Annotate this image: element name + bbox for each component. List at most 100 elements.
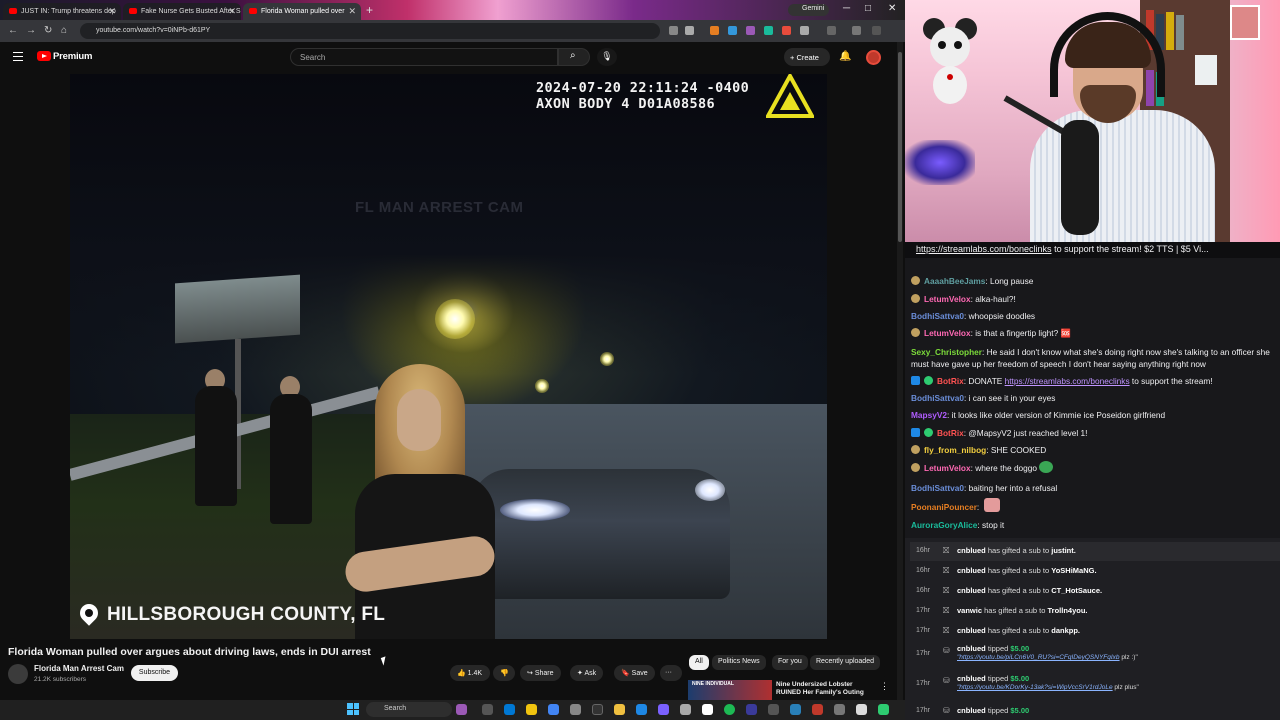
ask-button[interactable]: ✦ Ask	[570, 665, 604, 681]
notifications-bell-icon[interactable]: 🔔	[839, 51, 851, 62]
chat-username[interactable]: BotRix	[937, 376, 964, 386]
obs-icon[interactable]	[702, 704, 713, 715]
share-icon: ↪	[527, 670, 533, 677]
forward-icon[interactable]: →	[26, 25, 36, 36]
maximize-icon[interactable]: □	[865, 3, 871, 14]
streetlight	[600, 352, 614, 366]
chrome-icon[interactable]	[548, 704, 559, 715]
gemini-button[interactable]: Gemini	[788, 4, 830, 16]
chat-username[interactable]: LetumVelox	[924, 328, 971, 338]
chat-username[interactable]: LetumVelox	[924, 294, 971, 304]
video-player[interactable]: 2024-07-20 22:11:24 -0400 AXON BODY 4 D0…	[70, 74, 827, 639]
browser-tab[interactable]: JUST IN: Trump threatens dep ✕	[3, 3, 121, 20]
create-button[interactable]: + Create	[784, 48, 830, 66]
kebab-menu-icon[interactable]	[872, 26, 881, 35]
app-icon[interactable]	[790, 704, 801, 715]
reload-icon[interactable]: ↻	[44, 25, 52, 36]
extension-icon[interactable]	[782, 26, 791, 35]
chat-username[interactable]: BotRix	[937, 428, 964, 438]
chat-username[interactable]: MapsyV2	[911, 410, 947, 420]
app-icon[interactable]	[878, 704, 889, 715]
youtube-logo-icon[interactable]	[37, 51, 51, 61]
chip-politics-news[interactable]: Politics News	[712, 655, 766, 670]
chat-username[interactable]: PoonaniPouncer	[911, 502, 977, 512]
close-tab-icon[interactable]: ✕	[108, 6, 116, 17]
back-icon[interactable]: ←	[8, 25, 18, 36]
chat-link[interactable]: https://streamlabs.com/boneclinks	[1005, 376, 1130, 386]
close-window-icon[interactable]: ✕	[888, 3, 896, 14]
extension-icon[interactable]	[764, 26, 773, 35]
tip-link[interactable]: "https://youtu.be/KDorKy-13ak?si=WipVccS…	[957, 684, 1113, 691]
search-button[interactable]: ⌕	[558, 48, 590, 66]
chat-username[interactable]: BodhiSattva0	[911, 483, 964, 493]
voice-search-mic-icon[interactable]: 🎙	[597, 48, 617, 66]
app-icon[interactable]	[812, 704, 823, 715]
event-row: 17hr ⛝ cnblued has gifted a sub to dankp…	[910, 622, 1280, 641]
chip-recently-uploaded[interactable]: Recently uploaded	[810, 655, 880, 670]
channel-avatar[interactable]	[8, 664, 28, 684]
chat-username[interactable]: LetumVelox	[924, 463, 971, 473]
extension-icon[interactable]	[728, 26, 737, 35]
app-icon[interactable]	[746, 704, 757, 715]
dislike-button[interactable]: 👎	[493, 665, 515, 681]
extensions-puzzle-icon[interactable]	[800, 26, 809, 35]
more-vert-icon[interactable]: ⋮	[880, 681, 889, 692]
like-button[interactable]: 👍 1.4K	[450, 665, 490, 681]
recommended-thumbnail[interactable]: NINE INDIVIDUAL	[688, 680, 772, 700]
channel-name[interactable]: Florida Man Arrest Cam	[34, 664, 124, 673]
app-icon[interactable]	[768, 704, 779, 715]
youtube-premium-label[interactable]: Premium	[53, 51, 92, 62]
chat-username[interactable]: BodhiSattva0	[911, 311, 964, 321]
chat-username[interactable]: BodhiSattva0	[911, 393, 964, 403]
chat-username[interactable]: fly_from_nilbog	[924, 445, 986, 455]
chat-username[interactable]: Sexy_Christopher	[911, 347, 982, 357]
taskbar-search[interactable]: Search	[366, 702, 452, 717]
app-icon[interactable]	[658, 704, 669, 715]
recommended-title[interactable]: Nine Undersized Lobster RUINED Her Famil…	[776, 681, 876, 697]
flag-app-icon[interactable]	[456, 704, 467, 715]
share-button[interactable]: ↪ Share	[520, 665, 561, 681]
browser-tab[interactable]: Fake Nurse Gets Busted After S ✕	[123, 3, 241, 20]
terminal-icon[interactable]	[592, 704, 603, 715]
new-tab-button[interactable]: +	[366, 3, 373, 17]
hamburger-menu-icon[interactable]	[13, 52, 23, 61]
address-bar[interactable]: youtube.com/watch?v=0iNPb-d61PY	[80, 23, 660, 39]
more-actions-button[interactable]: ···	[660, 665, 682, 681]
profile-icon[interactable]	[852, 26, 861, 35]
app-icon[interactable]	[856, 704, 867, 715]
ticker-link[interactable]: https://streamlabs.com/boneclinks	[916, 244, 1052, 254]
chip-all[interactable]: All	[689, 655, 709, 670]
page-scrollbar[interactable]	[897, 42, 903, 700]
chrome-icon[interactable]	[526, 704, 537, 715]
windows-start-icon[interactable]	[347, 703, 359, 715]
edge-icon[interactable]	[504, 704, 515, 715]
app-icon[interactable]	[834, 704, 845, 715]
save-button[interactable]: 🔖 Save	[614, 665, 655, 681]
tip-link[interactable]: "https://youtu.be/piLCn6V0_RU?si=CFqIDey…	[957, 654, 1120, 661]
task-view-icon[interactable]	[482, 704, 493, 715]
minimize-icon[interactable]: ─	[843, 3, 850, 14]
sidepanel-icon[interactable]	[827, 26, 836, 35]
extension-icon[interactable]	[710, 26, 719, 35]
event-time: 17hr	[916, 650, 931, 657]
extension-icon[interactable]	[746, 26, 755, 35]
search-input[interactable]: Search	[290, 48, 558, 66]
close-tab-icon[interactable]: ✕	[228, 6, 236, 17]
file-explorer-icon[interactable]	[614, 704, 625, 715]
close-tab-icon[interactable]: ✕	[348, 6, 356, 17]
home-icon[interactable]: ⌂	[61, 25, 67, 36]
subscribe-button[interactable]: Subscribe	[131, 665, 178, 681]
app-icon[interactable]	[636, 704, 647, 715]
chat-message: BotRix: @MapsyV2 just reached level 1!	[911, 425, 1276, 443]
chip-for-you[interactable]: For you	[772, 655, 808, 670]
app-icon[interactable]	[680, 704, 691, 715]
chat-username[interactable]: AaaahBeeJams	[924, 276, 985, 286]
account-avatar[interactable]	[866, 50, 881, 65]
chat-username[interactable]: AuroraGoryAlice	[911, 520, 977, 530]
rgb-light-glow	[905, 140, 975, 185]
browser-tab-active[interactable]: Florida Woman pulled over ✕	[243, 3, 361, 20]
cast-icon[interactable]	[669, 26, 678, 35]
app-icon[interactable]	[570, 704, 581, 715]
bookmark-star-icon[interactable]	[685, 26, 694, 35]
spotify-icon[interactable]	[724, 704, 735, 715]
